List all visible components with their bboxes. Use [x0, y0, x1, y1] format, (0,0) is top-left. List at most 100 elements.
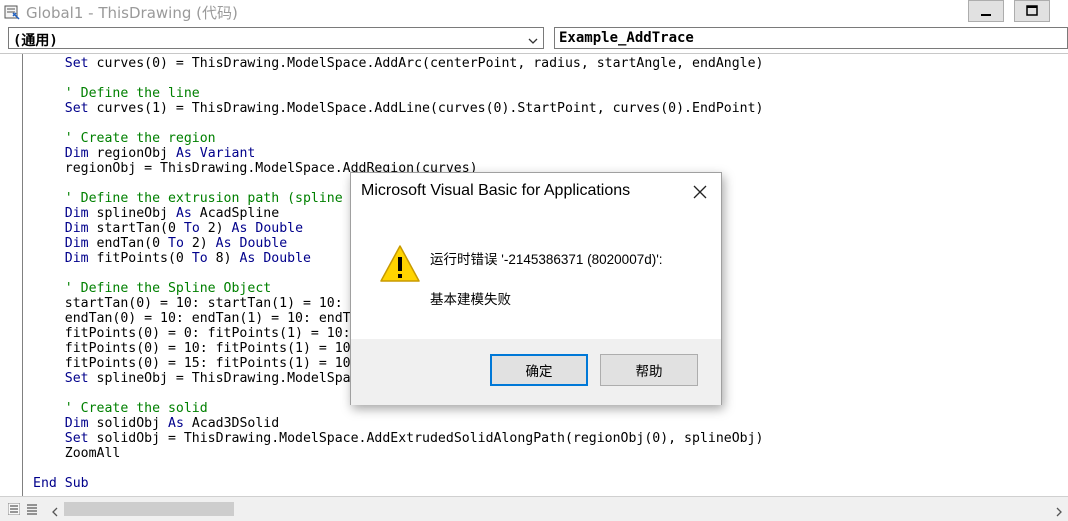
- code-keyword: Set: [64, 371, 89, 386]
- code-comment: ' Create the solid: [64, 401, 208, 416]
- ok-button[interactable]: 确定: [490, 354, 588, 386]
- procedure-dropdown[interactable]: Example_AddTrace: [554, 27, 1068, 49]
- code-text-segment: [33, 191, 65, 206]
- code-keyword: As: [239, 251, 256, 266]
- code-text-segment: [33, 56, 65, 71]
- code-keyword: As: [215, 236, 232, 251]
- code-keyword: Double: [263, 251, 311, 266]
- code-keyword: Set: [64, 431, 89, 446]
- code-text-segment: ZoomAll: [33, 446, 121, 461]
- code-text-segment: 2): [183, 236, 216, 251]
- code-text-segment: solidObj: [88, 416, 168, 431]
- code-text-segment: [33, 431, 65, 446]
- code-keyword: As: [231, 221, 248, 236]
- code-text-segment: curves(1) = ThisDrawing.ModelSpace.AddLi…: [88, 101, 764, 116]
- title-bar: Global1 - ThisDrawing (代码): [0, 0, 1068, 24]
- restore-button[interactable]: [1014, 0, 1050, 22]
- code-line[interactable]: Set curves(1) = ThisDrawing.ModelSpace.A…: [33, 101, 764, 116]
- code-text-segment: fitPoints(0) = 10: fitPoints(1) = 10: [33, 341, 351, 356]
- code-line[interactable]: ' Define the line: [33, 86, 763, 101]
- code-keyword: Double: [239, 236, 288, 251]
- window-title: Global1 - ThisDrawing (代码): [26, 4, 238, 22]
- warning-icon: [379, 243, 421, 285]
- code-keyword: As: [175, 206, 192, 221]
- code-keyword: Dim: [64, 236, 89, 251]
- horizontal-scroll-thumb[interactable]: [64, 502, 234, 516]
- code-keyword: Dim: [64, 146, 89, 161]
- code-keyword: Set: [64, 101, 89, 116]
- code-text-segment: fitPoints(0) = 15: fitPoints(1) = 10: [33, 356, 351, 371]
- code-keyword: Variant: [199, 146, 256, 161]
- code-text-segment: startTan(0) = 10: startTan(1) = 10:: [33, 296, 343, 311]
- code-text-segment: 2): [199, 221, 232, 236]
- code-comment: ' Define the Spline Object: [64, 281, 272, 296]
- code-text-segment: curves(0) = ThisDrawing.ModelSpace.AddAr…: [88, 56, 764, 71]
- bottom-bar: [0, 496, 1068, 521]
- code-keyword: Dim: [64, 221, 89, 236]
- code-comment: ' Define the line: [64, 86, 200, 101]
- code-text-segment: startTan(0: [88, 221, 184, 236]
- code-comment: ' Define the extrusion path (spline: [64, 191, 343, 206]
- code-keyword: Dim: [64, 251, 89, 266]
- object-dropdown[interactable]: (通用): [8, 27, 544, 49]
- code-line[interactable]: Set curves(0) = ThisDrawing.ModelSpace.A…: [33, 56, 764, 71]
- code-keyword: As: [168, 416, 184, 431]
- scroll-left-icon[interactable]: [48, 503, 62, 517]
- vba-module-icon[interactable]: [4, 4, 20, 20]
- horizontal-scrollbar[interactable]: [44, 500, 1068, 518]
- minimize-button[interactable]: [968, 0, 1004, 22]
- full-module-view-icon[interactable]: [24, 500, 40, 518]
- code-keyword: To: [183, 221, 200, 236]
- code-text-segment: [33, 281, 65, 296]
- code-text-segment: [232, 236, 240, 251]
- scroll-right-icon[interactable]: [1052, 503, 1066, 517]
- object-dropdown-value: (通用): [13, 33, 58, 49]
- code-line[interactable]: Dim solidObj As Acad3DSolid: [33, 416, 763, 431]
- code-line[interactable]: Dim regionObj As Variant: [33, 146, 763, 161]
- code-keyword: Dim: [64, 206, 89, 221]
- code-keyword: End Sub: [33, 476, 89, 491]
- help-button[interactable]: 帮助: [600, 354, 698, 386]
- code-text-segment: [33, 221, 65, 236]
- code-text-segment: [192, 146, 200, 161]
- code-line[interactable]: [33, 71, 763, 86]
- code-line[interactable]: End Sub: [33, 476, 763, 491]
- code-text-segment: [33, 131, 65, 146]
- code-text-segment: AcadSpline: [191, 206, 280, 221]
- code-text-segment: [33, 371, 65, 386]
- code-line[interactable]: [33, 116, 763, 131]
- code-text-segment: fitPoints(0: [88, 251, 192, 266]
- procedure-dropdown-value: Example_AddTrace: [559, 30, 694, 46]
- code-text-segment: regionObj: [88, 146, 176, 161]
- close-icon[interactable]: [689, 181, 711, 203]
- code-text-segment: splineObj = ThisDrawing.ModelSpa: [88, 371, 351, 386]
- error-dialog: Microsoft Visual Basic for Applications …: [350, 172, 722, 405]
- code-text-segment: endTan(0) = 10: endTan(1) = 10: endT: [33, 311, 351, 326]
- code-text-segment: [33, 206, 65, 221]
- code-line[interactable]: ZoomAll: [33, 446, 763, 461]
- code-comment: ' Create the region: [64, 131, 216, 146]
- code-text-segment: [33, 251, 65, 266]
- minimize-icon: [980, 5, 992, 17]
- code-line[interactable]: Set solidObj = ThisDrawing.ModelSpace.Ad…: [33, 431, 764, 446]
- code-line[interactable]: [33, 461, 763, 476]
- code-keyword: Set: [64, 56, 89, 71]
- code-text-segment: [33, 416, 65, 431]
- code-keyword: Double: [255, 221, 304, 236]
- code-keyword: Dim: [64, 416, 89, 431]
- chevron-down-icon[interactable]: [527, 32, 539, 51]
- code-keyword: To: [191, 251, 208, 266]
- code-text-segment: fitPoints(0) = 0: fitPoints(1) = 10:: [33, 326, 351, 341]
- error-message: 运行时错误 '-2145386371 (8020007d)':: [430, 252, 663, 267]
- code-keyword: To: [168, 236, 184, 251]
- procedure-view-icon[interactable]: [6, 500, 22, 518]
- code-line[interactable]: ' Create the region: [33, 131, 763, 146]
- code-text-segment: [33, 101, 65, 116]
- code-text-segment: [33, 236, 65, 251]
- code-text-segment: solidObj = ThisDrawing.ModelSpace.AddExt…: [88, 431, 764, 446]
- dialog-title: Microsoft Visual Basic for Applications: [361, 182, 631, 199]
- restore-icon: [1025, 5, 1039, 17]
- margin-indicator-bar[interactable]: [0, 54, 23, 497]
- code-text-segment: endTan(0: [88, 236, 168, 251]
- error-description: 基本建模失败: [430, 292, 511, 307]
